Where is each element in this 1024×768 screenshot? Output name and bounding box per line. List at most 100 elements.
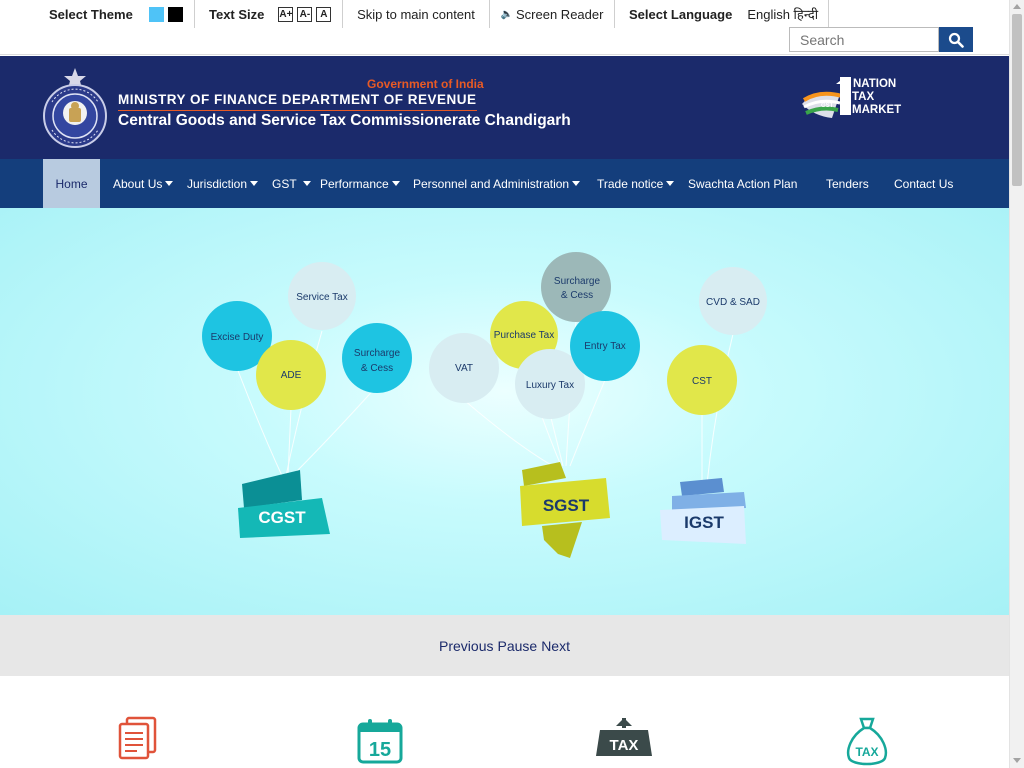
cgst-ribbon: CGST [238, 470, 330, 538]
svg-text:CVD & SAD: CVD & SAD [706, 297, 760, 308]
svg-text:Service Tax: Service Tax [296, 292, 348, 303]
text-decrease-button[interactable]: A- [297, 6, 313, 22]
skip-to-main-link[interactable]: Skip to main content [357, 7, 475, 22]
page-scrollbar[interactable] [1009, 0, 1024, 768]
igst-ribbon: IGST [660, 478, 746, 544]
nav-personnel[interactable]: Personnel and Administration [413, 159, 581, 208]
nav-performance[interactable]: Performance [320, 159, 400, 208]
nav-contact-us[interactable]: Contact Us [894, 159, 953, 208]
chevron-down-icon [391, 181, 400, 186]
cbic-emblem-icon [43, 68, 107, 148]
pause-slide-button[interactable]: Pause [497, 638, 537, 654]
gst-balloons-illustration: Excise Duty Service Tax ADE Surcharge & … [202, 252, 767, 558]
language-options[interactable]: English हिन्दी [747, 5, 818, 23]
svg-text:Surcharge: Surcharge [354, 348, 401, 359]
nav-tenders[interactable]: Tenders [826, 159, 869, 208]
nav-tenders-label: Tenders [826, 176, 869, 191]
svg-text:& Cess: & Cess [561, 290, 593, 301]
svg-text:CGST: CGST [258, 508, 306, 527]
government-of-india-label: Government of India [367, 77, 484, 91]
svg-text:Entry Tax: Entry Tax [584, 341, 626, 352]
nav-jurisdiction-label: Jurisdiction [187, 176, 248, 191]
ministry-label: MINISTRY OF FINANCE DEPARTMENT OF REVENU… [118, 92, 477, 111]
screen-reader-cell: 🔈 Screen Reader [490, 0, 615, 28]
ntm-line3: MARKET [852, 104, 902, 116]
balloon-cvd-sad: CVD & SAD [699, 267, 767, 335]
balloon-entry-tax: Entry Tax [570, 311, 640, 381]
balloon-surcharge-cess-cgst: Surcharge & Cess [342, 323, 412, 393]
screen-reader-link[interactable]: Screen Reader [516, 7, 603, 22]
site-header: Government of India MINISTRY OF FINANCE … [0, 56, 1009, 159]
nav-contact-label: Contact Us [894, 176, 954, 191]
balloon-vat: VAT [429, 333, 499, 403]
svg-text:TAX: TAX [855, 745, 878, 759]
calendar-icon[interactable]: 15 [356, 716, 404, 766]
nation-tax-market-text: NATION TAX MARKET [852, 78, 901, 117]
sgst-ribbon: SGST [520, 462, 610, 558]
scroll-down-icon[interactable] [1013, 758, 1021, 763]
svg-text:Luxury Tax: Luxury Tax [526, 380, 574, 391]
tax-truck-icon[interactable]: TAX [594, 716, 654, 766]
nav-gst[interactable]: GST [272, 159, 311, 208]
chevron-down-icon [572, 181, 581, 186]
svg-text:& Cess: & Cess [361, 363, 393, 374]
text-reset-button[interactable]: A [316, 6, 332, 22]
svg-text:CST: CST [692, 376, 712, 387]
ntm-line2: TAX [852, 91, 875, 103]
theme-selector: Select Theme [49, 0, 195, 28]
nav-home[interactable]: Home [43, 159, 100, 208]
banner-slide: Excise Duty Service Tax ADE Surcharge & … [0, 208, 1009, 615]
search-input[interactable] [789, 27, 939, 52]
svg-text:SGST: SGST [543, 496, 590, 515]
quick-links-row: 15 TAX TAX [0, 676, 1009, 768]
language-selector: Select Language English हिन्दी [615, 0, 829, 28]
chevron-down-icon [302, 181, 311, 186]
theme-dark-swatch[interactable] [167, 6, 183, 22]
balloon-service-tax: Service Tax [288, 262, 356, 330]
svg-text:IGST: IGST [684, 513, 724, 532]
chevron-down-icon [250, 181, 259, 186]
speaker-icon: 🔈 [500, 8, 513, 20]
svg-text:VAT: VAT [455, 363, 473, 374]
nav-gst-label: GST [272, 176, 297, 191]
ntm-line1: NATION [853, 78, 897, 90]
scroll-up-icon[interactable] [1013, 4, 1021, 9]
main-nav: Home About Us Jurisdiction GST Performan… [0, 159, 1009, 208]
svg-text:TAX: TAX [610, 737, 639, 754]
nav-personnel-label: Personnel and Administration [413, 176, 570, 191]
nav-trade-notice[interactable]: Trade notice [597, 159, 675, 208]
ntm-gst-label: GST [821, 103, 834, 109]
nav-jurisdiction[interactable]: Jurisdiction [187, 159, 259, 208]
svg-text:Surcharge: Surcharge [554, 276, 601, 287]
slider-controls: Previous Pause Next [0, 615, 1009, 676]
text-increase-button[interactable]: A+ [278, 6, 294, 22]
search-button[interactable] [939, 27, 973, 52]
text-size-label: Text Size [209, 6, 265, 22]
svg-text:15: 15 [369, 739, 391, 761]
document-icon[interactable] [117, 716, 159, 762]
text-size-controls: Text Size A+ A- A [209, 0, 343, 28]
nav-about-us[interactable]: About Us [113, 159, 174, 208]
office-name: Central Goods and Service Tax Commission… [118, 112, 571, 129]
tax-bag-icon[interactable]: TAX [843, 716, 891, 768]
nav-swachta-label: Swachta Action Plan [688, 176, 798, 191]
top-utility-bar: Select Theme Text Size A+ A- A Skip to m… [0, 0, 1009, 55]
search-icon [948, 32, 964, 48]
nav-about-label: About Us [113, 176, 163, 191]
nav-trade-label: Trade notice [597, 176, 664, 191]
balloon-cst: CST [667, 345, 737, 415]
theme-light-swatch[interactable] [148, 6, 164, 22]
nav-performance-label: Performance [320, 176, 389, 191]
svg-text:Purchase Tax: Purchase Tax [494, 330, 554, 341]
chevron-down-icon [165, 181, 174, 186]
scroll-thumb[interactable] [1012, 14, 1022, 186]
balloon-ade: ADE [256, 340, 326, 410]
language-label: Select Language [629, 6, 733, 22]
chevron-down-icon [666, 181, 675, 186]
skip-link-cell: Skip to main content [343, 0, 490, 28]
previous-slide-button[interactable]: Previous [439, 638, 493, 654]
svg-text:ADE: ADE [281, 370, 302, 381]
nav-swachta[interactable]: Swachta Action Plan [688, 159, 797, 208]
nav-home-label: Home [55, 176, 88, 191]
next-slide-button[interactable]: Next [541, 638, 570, 654]
